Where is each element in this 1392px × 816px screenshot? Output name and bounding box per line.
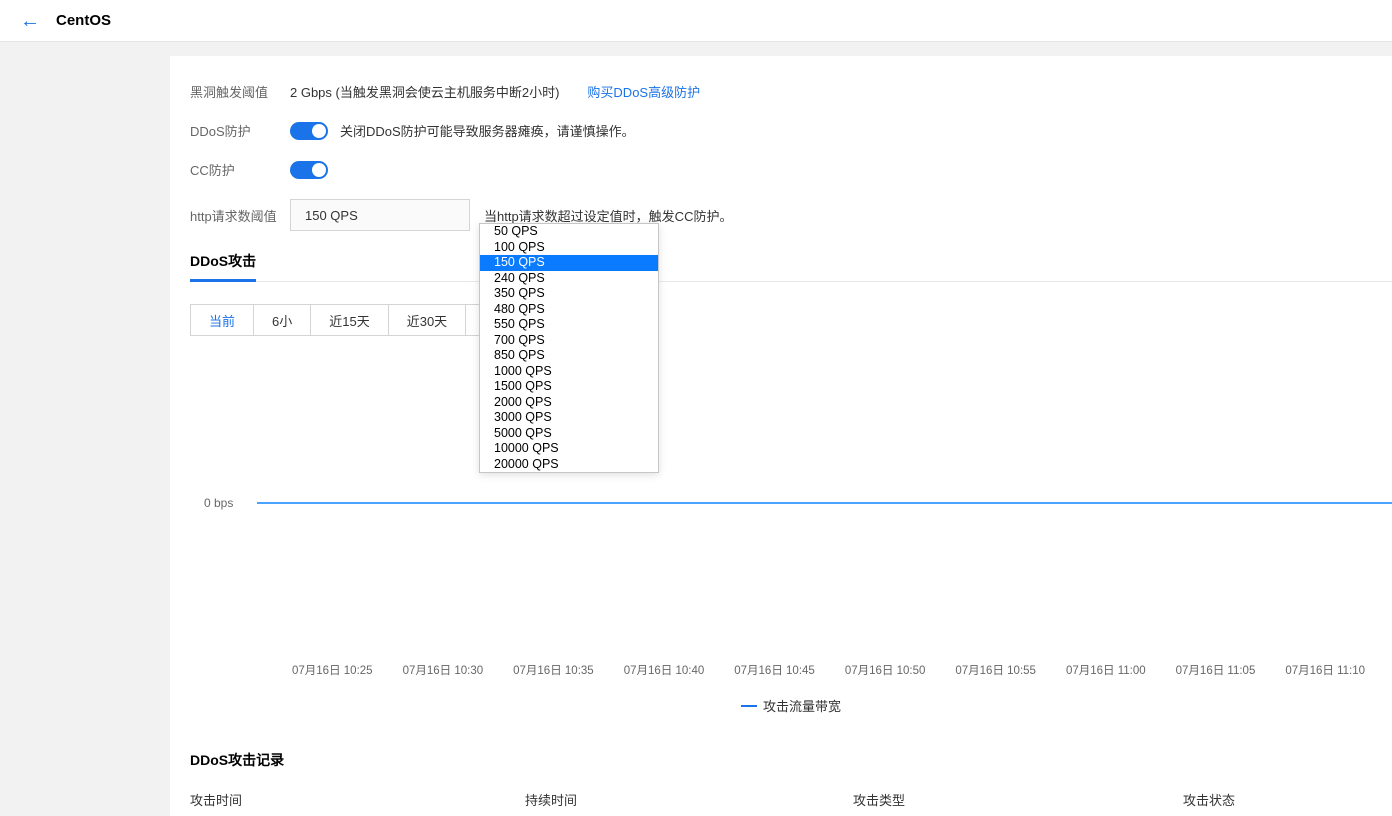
qps-option[interactable]: 550 QPS — [480, 317, 658, 333]
qps-option[interactable]: 100 QPS — [480, 240, 658, 256]
qps-hint: 当http请求数超过设定值时，触发CC防护。 — [484, 206, 732, 225]
qps-option[interactable]: 240 QPS — [480, 271, 658, 287]
cc-label: CC防护 — [190, 160, 290, 179]
ddos-toggle[interactable] — [290, 122, 328, 140]
qps-row: http请求数阈值 150 QPS 当http请求数超过设定值时，触发CC防护。 — [190, 199, 1392, 231]
qps-option[interactable]: 700 QPS — [480, 333, 658, 349]
blackhole-label: 黑洞触发阈值 — [190, 82, 290, 101]
time-btn-30d[interactable]: 近30天 — [389, 305, 466, 335]
chart-series-line — [257, 502, 1392, 504]
x-tick: 07月16日 10:30 — [403, 662, 484, 678]
ddos-hint: 关闭DDoS防护可能导致服务器瘫痪，请谨慎操作。 — [340, 121, 635, 140]
qps-option[interactable]: 50 QPS — [480, 224, 658, 240]
cc-row: CC防护 — [190, 160, 1392, 179]
time-btn-current[interactable]: 当前 — [191, 305, 254, 335]
qps-option[interactable]: 150 QPS — [480, 255, 658, 271]
content-panel: 黑洞触发阈值 2 Gbps (当触发黑洞会使云主机服务中断2小时) 购买DDoS… — [170, 56, 1392, 816]
page-header: ← CentOS — [0, 0, 1392, 42]
traffic-chart: 0 bps 07月16日 10:2507月16日 10:3007月16日 10:… — [190, 376, 1392, 726]
tab-ddos-attack[interactable]: DDoS攻击 — [190, 241, 256, 281]
legend-line-icon — [741, 705, 757, 707]
buy-ddos-link[interactable]: 购买DDoS高级防护 — [587, 82, 700, 101]
x-tick: 07月16日 11:00 — [1066, 662, 1146, 678]
qps-option[interactable]: 350 QPS — [480, 286, 658, 302]
x-tick: 07月16日 10:50 — [845, 662, 926, 678]
qps-label: http请求数阈值 — [190, 206, 290, 225]
qps-option[interactable]: 1000 QPS — [480, 364, 658, 380]
blackhole-value: 2 Gbps (当触发黑洞会使云主机服务中断2小时) — [290, 82, 559, 101]
col-type: 攻击类型 — [853, 790, 1183, 809]
x-tick: 07月16日 10:55 — [955, 662, 1036, 678]
qps-select[interactable]: 150 QPS — [290, 199, 470, 231]
page-title: CentOS — [56, 12, 111, 29]
qps-option[interactable]: 1500 QPS — [480, 379, 658, 395]
qps-option[interactable]: 3000 QPS — [480, 410, 658, 426]
time-btn-6h[interactable]: 6小 — [254, 305, 311, 335]
x-axis-ticks: 07月16日 10:25 07月16日 10:30 07月16日 10:35 07月1… — [292, 662, 1392, 678]
ddos-row: DDoS防护 关闭DDoS防护可能导致服务器瘫痪，请谨慎操作。 — [190, 121, 1392, 140]
col-status: 攻击状态 — [1183, 790, 1235, 809]
qps-dropdown: 50 QPS100 QPS150 QPS240 QPS350 QPS480 QP… — [479, 223, 659, 473]
qps-option[interactable]: 5000 QPS — [480, 426, 658, 442]
records-table-header: 攻击时间 持续时间 攻击类型 攻击状态 — [190, 790, 1392, 809]
x-tick: 07月16日 11:10 — [1285, 662, 1365, 678]
x-tick: 07月16日 10:25 — [292, 662, 373, 678]
records-title: DDoS攻击记录 — [190, 750, 284, 770]
qps-option[interactable]: 2000 QPS — [480, 395, 658, 411]
x-tick: 07月16日 10:35 — [513, 662, 594, 678]
col-attack-time: 攻击时间 — [190, 790, 525, 809]
blackhole-row: 黑洞触发阈值 2 Gbps (当触发黑洞会使云主机服务中断2小时) 购买DDoS… — [190, 82, 1392, 101]
attack-tabs: DDoS攻击 — [190, 241, 1392, 282]
chart-legend: 攻击流量带宽 — [190, 696, 1392, 715]
time-btn-15d[interactable]: 近15天 — [311, 305, 388, 335]
col-duration: 持续时间 — [525, 790, 853, 809]
qps-option[interactable]: 20000 QPS — [480, 457, 658, 473]
back-arrow-icon[interactable]: ← — [20, 11, 40, 31]
qps-option[interactable]: 850 QPS — [480, 348, 658, 364]
x-tick: 07月16日 10:45 — [734, 662, 815, 678]
legend-label: 攻击流量带宽 — [763, 696, 841, 715]
cc-toggle[interactable] — [290, 161, 328, 179]
ddos-label: DDoS防护 — [190, 121, 290, 140]
y-axis-zero: 0 bps — [204, 496, 233, 510]
x-tick: 07月16日 10:40 — [624, 662, 705, 678]
qps-selected-value: 150 QPS — [305, 208, 358, 223]
qps-option[interactable]: 480 QPS — [480, 302, 658, 318]
qps-option[interactable]: 10000 QPS — [480, 441, 658, 457]
x-tick: 07月16日 11:05 — [1176, 662, 1256, 678]
